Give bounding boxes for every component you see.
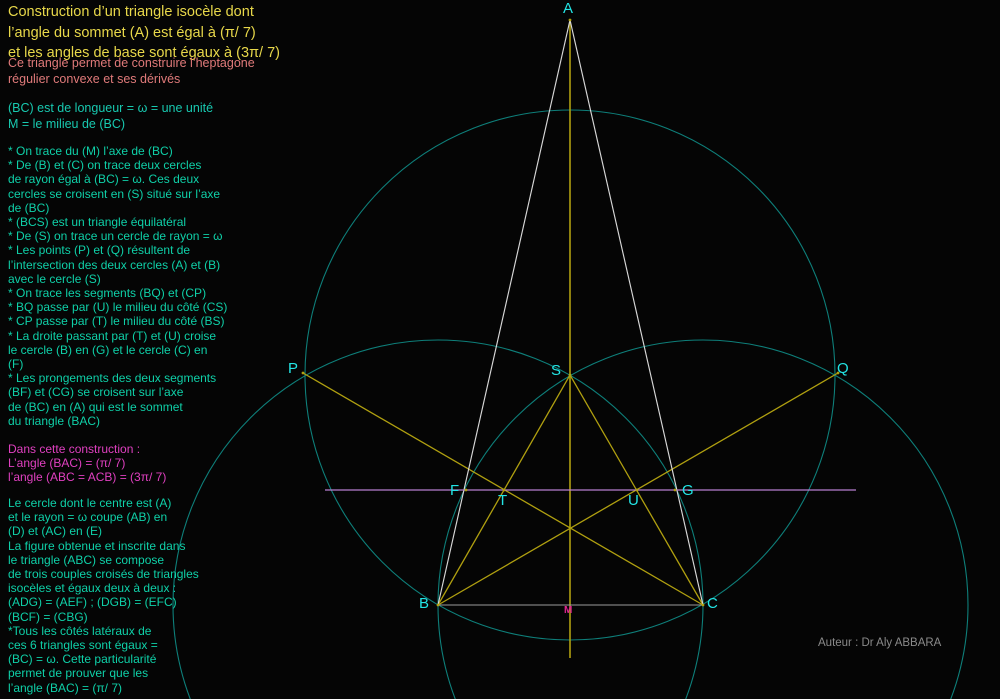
vertex-dot-c (701, 603, 705, 607)
circle-b (172, 339, 704, 699)
vertex-dot-g (673, 488, 677, 492)
vertex-dot-f (464, 488, 468, 492)
vertex-dot-t (502, 488, 506, 492)
point-label-g: G (682, 482, 694, 499)
unit-note: (BC) est de longueur = ω = une unité M =… (8, 101, 214, 131)
page-title: Construction d’un triangle isocèle dont l… (8, 2, 280, 64)
segment-bfa (437, 19, 571, 606)
vertex-dot-b (436, 603, 440, 607)
point-label-p: P (288, 360, 299, 377)
title-subtitle: Ce triangle permet de construire l’hepta… (8, 56, 255, 86)
point-label-u: U (628, 492, 639, 509)
conclusion-note: Le cercle dont le centre est (A) et le r… (8, 496, 199, 695)
point-label-c: C (707, 595, 718, 612)
angles-note: Dans cette construction : L’angle (BAC) … (8, 442, 167, 485)
point-label-m: M (564, 605, 573, 616)
point-label-q: Q (837, 360, 849, 377)
point-label-t: T (498, 492, 508, 509)
point-label-s: S (551, 362, 562, 379)
segment-cp (302, 372, 704, 606)
figure-canvas: Construction d’un triangle isocèle dont l… (0, 0, 1000, 699)
segment-bq (437, 372, 839, 606)
point-label-a: A (563, 0, 574, 17)
construction-steps: * On trace du (M) l’axe de (BC) * De (B)… (8, 144, 228, 428)
point-label-b: B (419, 595, 430, 612)
vertex-dot-a (568, 18, 572, 22)
vertex-dot-s (568, 373, 572, 377)
title-line2: l’angle du sommet (A) est égal à (π/ 7) (8, 24, 256, 41)
author-credit: Auteur : Dr Aly ABBARA (818, 637, 942, 649)
vertex-dot-u (635, 488, 639, 492)
vertex-dot-p (301, 371, 305, 375)
title-line1: Construction d’un triangle isocèle dont (8, 4, 254, 20)
point-label-f: F (450, 482, 460, 499)
